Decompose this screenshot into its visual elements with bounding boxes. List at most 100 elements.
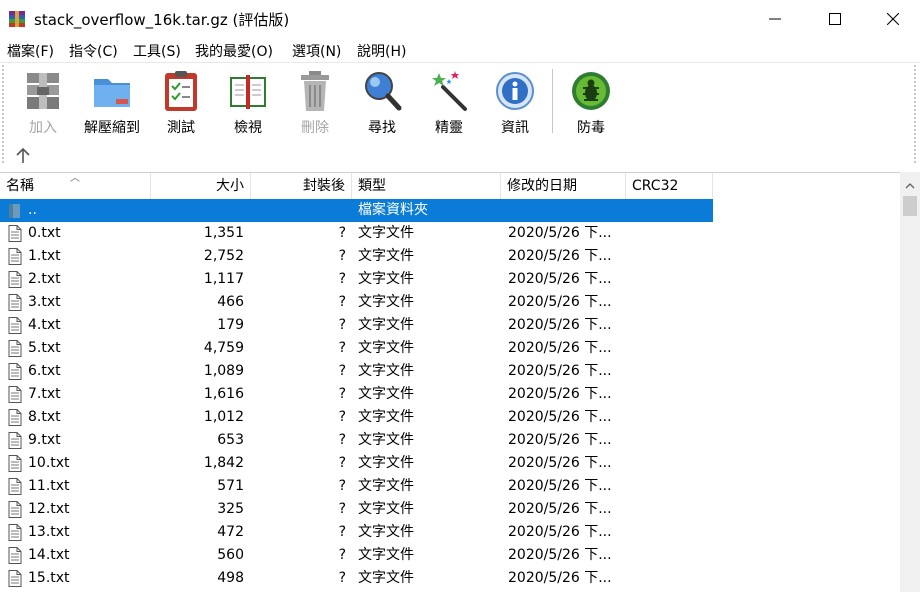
file-name: 15.txt (28, 570, 70, 586)
file-type: 文字文件 (358, 409, 414, 425)
file-type: 文字文件 (358, 271, 414, 287)
close-icon (887, 13, 899, 25)
file-modified-date: 2020/5/26 下... (508, 317, 612, 333)
menu-commands[interactable]: 指令(C) (69, 41, 118, 61)
file-size: 4,759 (203, 340, 244, 356)
find-label: 尋找 (368, 120, 396, 136)
text-file-icon (8, 409, 22, 426)
column-crc-label: CRC32 (632, 178, 679, 194)
wizard-button[interactable]: 精靈 (418, 67, 480, 137)
file-row[interactable]: 1.txt 2,752? 文字文件 2020/5/26 下... (0, 245, 900, 268)
antivirus-bug-icon (572, 72, 610, 110)
text-file-icon (8, 501, 22, 518)
text-file-icon (8, 271, 22, 288)
file-row[interactable]: 5.txt 4,759? 文字文件 2020/5/26 下... (0, 337, 900, 360)
parent-folder-row[interactable]: .. 檔案資料夾 (0, 199, 900, 222)
menu-favorites[interactable]: 我的最愛(O) (195, 41, 273, 61)
file-row[interactable]: 15.txt 498? 文字文件 2020/5/26 下... (0, 567, 900, 590)
file-row[interactable]: 2.txt 1,117? 文字文件 2020/5/26 下... (0, 268, 900, 291)
view-label: 檢視 (234, 120, 262, 136)
file-row[interactable]: 12.txt 325? 文字文件 2020/5/26 下... (0, 498, 900, 521)
extract-to-label: 解壓縮到 (84, 120, 140, 136)
view-book-icon (230, 75, 266, 109)
file-packed-size: ? (338, 478, 346, 494)
winrar-app-icon[interactable] (8, 10, 26, 28)
toolbar: 加入 解壓縮到 測試 檢視 刪除 尋找 精靈 資訊 防毒 (0, 62, 920, 170)
antivirus-label: 防毒 (577, 120, 605, 136)
info-icon (496, 72, 534, 110)
delete-label: 刪除 (301, 120, 329, 136)
text-file-icon (8, 248, 22, 265)
column-size-label: 大小 (216, 178, 244, 194)
menu-bar: 檔案(F) 指令(C) 工具(S) 我的最愛(O) 選項(N) 說明(H) (0, 38, 920, 62)
up-folder-button[interactable] (12, 145, 34, 167)
file-row[interactable]: 3.txt 466? 文字文件 2020/5/26 下... (0, 291, 900, 314)
menu-options[interactable]: 選項(N) (292, 41, 341, 61)
scroll-up-button[interactable] (900, 176, 920, 196)
file-row[interactable]: 14.txt 560? 文字文件 2020/5/26 下... (0, 544, 900, 567)
add-button[interactable]: 加入 (12, 67, 74, 137)
column-header-packed[interactable]: 封裝後 (251, 173, 352, 200)
antivirus-button[interactable]: 防毒 (560, 67, 622, 137)
text-file-icon (8, 455, 22, 472)
find-button[interactable]: 尋找 (351, 67, 413, 137)
text-file-icon (8, 294, 22, 311)
menu-file[interactable]: 檔案(F) (7, 41, 54, 61)
column-header-crc[interactable]: CRC32 (626, 173, 713, 200)
file-name: 1.txt (28, 248, 61, 264)
file-size: 560 (217, 547, 244, 563)
file-modified-date: 2020/5/26 下... (508, 386, 612, 402)
file-row[interactable]: 4.txt 179? 文字文件 2020/5/26 下... (0, 314, 900, 337)
column-header-name[interactable]: 名稱 ︿ (0, 173, 151, 200)
file-size: 179 (217, 317, 244, 333)
column-header-type[interactable]: 類型 (352, 173, 501, 200)
close-button[interactable] (864, 0, 920, 38)
extract-folder-icon (94, 79, 130, 107)
view-button[interactable]: 檢視 (217, 67, 279, 137)
file-row[interactable]: 8.txt 1,012? 文字文件 2020/5/26 下... (0, 406, 900, 429)
text-file-icon (8, 478, 22, 495)
menu-help[interactable]: 說明(H) (357, 41, 406, 61)
file-type: 文字文件 (358, 317, 414, 333)
extract-to-button[interactable]: 解壓縮到 (81, 67, 143, 137)
file-row[interactable]: 7.txt 1,616? 文字文件 2020/5/26 下... (0, 383, 900, 406)
file-modified-date: 2020/5/26 下... (508, 248, 612, 264)
minimize-button[interactable] (746, 0, 804, 38)
wizard-label: 精靈 (435, 120, 463, 136)
test-button[interactable]: 測試 (150, 67, 212, 137)
file-name: 0.txt (28, 225, 61, 241)
text-file-icon (8, 570, 22, 587)
file-packed-size: ? (338, 524, 346, 540)
file-modified-date: 2020/5/26 下... (508, 432, 612, 448)
file-name: 6.txt (28, 363, 61, 379)
file-size: 1,842 (203, 455, 244, 471)
maximize-icon (829, 13, 841, 25)
text-file-icon (8, 225, 22, 242)
file-row[interactable]: 11.txt 571? 文字文件 2020/5/26 下... (0, 475, 900, 498)
info-button[interactable]: 資訊 (484, 67, 546, 137)
menu-tools[interactable]: 工具(S) (133, 41, 181, 61)
file-type: 文字文件 (358, 432, 414, 448)
file-modified-date: 2020/5/26 下... (508, 363, 612, 379)
column-header-modified[interactable]: 修改的日期 (501, 173, 626, 200)
file-type: 文字文件 (358, 225, 414, 241)
file-packed-size: ? (338, 432, 346, 448)
file-name: 5.txt (28, 340, 61, 356)
file-row[interactable]: 13.txt 472? 文字文件 2020/5/26 下... (0, 521, 900, 544)
column-name-label: 名稱 (6, 178, 34, 194)
scroll-thumb[interactable] (903, 196, 917, 216)
file-modified-date: 2020/5/26 下... (508, 225, 612, 241)
maximize-button[interactable] (806, 0, 864, 38)
file-row[interactable]: 6.txt 1,089? 文字文件 2020/5/26 下... (0, 360, 900, 383)
title-bar[interactable]: stack_overflow_16k.tar.gz (評估版) (0, 0, 920, 38)
chevron-up-icon (905, 183, 915, 189)
file-size: 571 (217, 478, 244, 494)
vertical-scrollbar[interactable] (900, 172, 920, 592)
delete-button[interactable]: 刪除 (284, 67, 346, 137)
file-row[interactable]: 9.txt 653? 文字文件 2020/5/26 下... (0, 429, 900, 452)
file-type: 文字文件 (358, 455, 414, 471)
file-row[interactable]: 10.txt 1,842? 文字文件 2020/5/26 下... (0, 452, 900, 475)
column-header-size[interactable]: 大小 (151, 173, 251, 200)
file-row[interactable]: 0.txt 1,351? 文字文件 2020/5/26 下... (0, 222, 900, 245)
toolbar-grip-right (914, 65, 917, 163)
